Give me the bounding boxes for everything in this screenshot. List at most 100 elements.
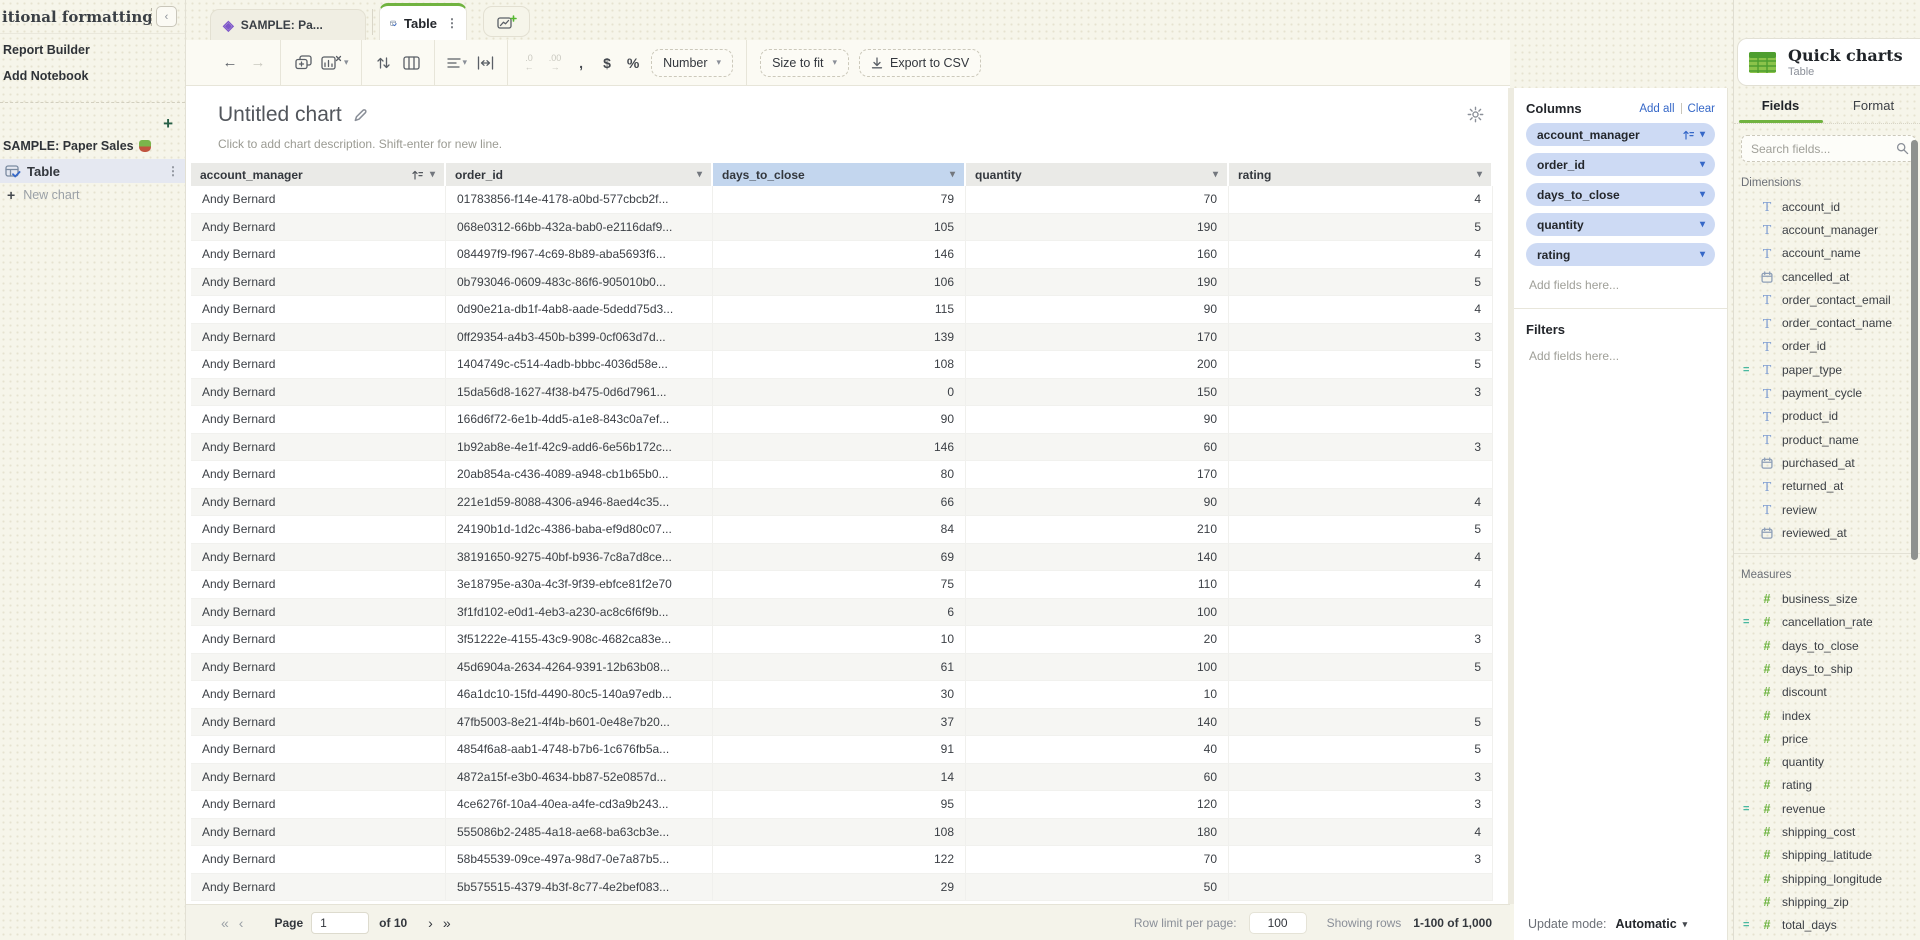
table-cell-account_manager[interactable]: Andy Bernard (191, 626, 446, 653)
caret-down-icon[interactable]: ▾ (950, 169, 955, 180)
table-cell-days_to_close[interactable]: 66 (713, 489, 966, 516)
table-cell-rating[interactable] (1229, 599, 1493, 626)
table-cell-quantity[interactable]: 40 (966, 736, 1229, 763)
caret-down-icon[interactable]: ▾ (1700, 129, 1705, 140)
caret-down-icon[interactable]: ▾ (430, 169, 435, 180)
table-cell-account_manager[interactable]: Andy Bernard (191, 461, 446, 488)
table-cell-account_manager[interactable]: Andy Bernard (191, 489, 446, 516)
comma-format-button[interactable]: , (568, 55, 594, 71)
table-cell-rating[interactable] (1229, 461, 1493, 488)
column-header-days_to_close[interactable]: days_to_close▾ (713, 163, 966, 186)
table-cell-quantity[interactable]: 200 (966, 351, 1229, 378)
table-cell-days_to_close[interactable]: 106 (713, 269, 966, 296)
table-cell-account_manager[interactable]: Andy Bernard (191, 214, 446, 241)
table-cell-order_id[interactable]: 1404749c-c514-4adb-bbbc-4036d58e... (446, 351, 713, 378)
table-cell-order_id[interactable]: 221e1d59-8088-4306-a946-8aed4c35... (446, 489, 713, 516)
measure-shipping_latitude[interactable]: #shipping_latitude (1734, 844, 1920, 867)
table-cell-rating[interactable]: 3 (1229, 764, 1493, 791)
table-cell-rating[interactable]: 3 (1229, 846, 1493, 873)
sort-rows-button[interactable] (370, 56, 398, 70)
table-cell-days_to_close[interactable]: 105 (713, 214, 966, 241)
chart-description-placeholder[interactable]: Click to add chart description. Shift-en… (218, 137, 502, 151)
table-cell-days_to_close[interactable]: 122 (713, 846, 966, 873)
table-cell-days_to_close[interactable]: 30 (713, 681, 966, 708)
caret-down-icon[interactable]: ▾ (1700, 189, 1705, 200)
measure-shipping_zip[interactable]: #shipping_zip (1734, 890, 1920, 913)
table-cell-quantity[interactable]: 170 (966, 324, 1229, 351)
tab-menu-kebab-icon[interactable]: ⋮ (446, 16, 458, 30)
dimension-account_manager[interactable]: Taccount_manager (1734, 218, 1920, 241)
table-cell-order_id[interactable]: 20ab854a-c436-4089-a948-cb1b65b0... (446, 461, 713, 488)
table-cell-account_manager[interactable]: Andy Bernard (191, 709, 446, 736)
column-pill-account_manager[interactable]: account_manager▾ (1526, 123, 1715, 146)
table-cell-quantity[interactable]: 90 (966, 489, 1229, 516)
table-cell-rating[interactable]: 4 (1229, 296, 1493, 323)
column-header-order_id[interactable]: order_id▾ (446, 163, 713, 186)
table-cell-rating[interactable]: 4 (1229, 241, 1493, 268)
table-cell-quantity[interactable]: 70 (966, 846, 1229, 873)
dimension-order_id[interactable]: Torder_id (1734, 335, 1920, 358)
fit-width-button[interactable] (471, 56, 499, 70)
table-cell-order_id[interactable]: 58b45539-09ce-497a-98d7-0e7a87b5... (446, 846, 713, 873)
dimension-account_id[interactable]: Taccount_id (1734, 195, 1920, 218)
table-cell-quantity[interactable]: 210 (966, 516, 1229, 543)
table-cell-order_id[interactable]: 084497f9-f967-4c69-8b89-aba5693f6... (446, 241, 713, 268)
table-cell-quantity[interactable]: 190 (966, 214, 1229, 241)
table-cell-order_id[interactable]: 4ce6276f-10a4-40ea-a4fe-cd3a9b243... (446, 791, 713, 818)
table-cell-account_manager[interactable]: Andy Bernard (191, 241, 446, 268)
table-cell-quantity[interactable]: 140 (966, 709, 1229, 736)
table-cell-quantity[interactable]: 140 (966, 544, 1229, 571)
dimension-cancelled_at[interactable]: cancelled_at (1734, 265, 1920, 288)
search-fields-box[interactable] (1741, 135, 1916, 162)
table-cell-quantity[interactable]: 110 (966, 571, 1229, 598)
table-cell-quantity[interactable]: 190 (966, 269, 1229, 296)
columns-button[interactable] (398, 56, 426, 70)
table-cell-rating[interactable]: 4 (1229, 489, 1493, 516)
table-cell-account_manager[interactable]: Andy Bernard (191, 846, 446, 873)
size-to-fit-dropdown[interactable]: Size to fit ▾ (760, 49, 849, 77)
table-cell-days_to_close[interactable]: 139 (713, 324, 966, 351)
table-cell-quantity[interactable]: 90 (966, 406, 1229, 433)
table-cell-rating[interactable] (1229, 874, 1493, 901)
measure-cancellation_rate[interactable]: =#cancellation_rate (1734, 611, 1920, 634)
table-cell-rating[interactable]: 5 (1229, 214, 1493, 241)
table-cell-order_id[interactable]: 01783856-f14e-4178-a0bd-577cbcb2f... (446, 186, 713, 213)
report-builder-link[interactable]: Report Builder (0, 34, 185, 60)
column-header-account_manager[interactable]: account_manager▾ (191, 163, 446, 186)
table-cell-account_manager[interactable]: Andy Bernard (191, 819, 446, 846)
chart-settings-gear-icon[interactable] (1467, 106, 1484, 123)
table-cell-order_id[interactable]: 4872a15f-e3b0-4634-bb87-52e0857d... (446, 764, 713, 791)
table-cell-account_manager[interactable]: Andy Bernard (191, 269, 446, 296)
table-cell-days_to_close[interactable]: 146 (713, 434, 966, 461)
table-cell-quantity[interactable]: 60 (966, 434, 1229, 461)
caret-down-icon[interactable]: ▾ (1700, 159, 1705, 170)
next-page-button[interactable]: › (423, 915, 438, 931)
dimension-paper_type[interactable]: =Tpaper_type (1734, 358, 1920, 381)
dimension-product_id[interactable]: Tproduct_id (1734, 405, 1920, 428)
table-cell-rating[interactable]: 5 (1229, 736, 1493, 763)
table-cell-quantity[interactable]: 10 (966, 681, 1229, 708)
table-cell-account_manager[interactable]: Andy Bernard (191, 296, 446, 323)
chart-title-row[interactable]: Untitled chart (218, 103, 367, 127)
table-cell-order_id[interactable]: 0d90e21a-db1f-4ab8-aade-5dedd75d3... (446, 296, 713, 323)
columns-add-fields-placeholder[interactable]: Add fields here... (1526, 266, 1715, 308)
table-cell-account_manager[interactable]: Andy Bernard (191, 186, 446, 213)
table-cell-days_to_close[interactable]: 91 (713, 736, 966, 763)
table-cell-account_manager[interactable]: Andy Bernard (191, 379, 446, 406)
decrease-decimal-button[interactable]: .0 ← (516, 54, 542, 72)
table-cell-account_manager[interactable]: Andy Bernard (191, 736, 446, 763)
measure-rating[interactable]: #rating (1734, 774, 1920, 797)
table-cell-rating[interactable]: 5 (1229, 709, 1493, 736)
table-cell-rating[interactable] (1229, 406, 1493, 433)
table-cell-quantity[interactable]: 100 (966, 654, 1229, 681)
caret-down-icon[interactable]: ▾ (1213, 169, 1218, 180)
table-cell-quantity[interactable]: 20 (966, 626, 1229, 653)
measure-discount[interactable]: #discount (1734, 681, 1920, 704)
tab-table[interactable]: Table ⋮ (379, 3, 467, 40)
table-cell-order_id[interactable]: 3f1fd102-e0d1-4eb3-a230-ac8c6f6f9b... (446, 599, 713, 626)
currency-format-button[interactable]: $ (594, 55, 620, 71)
table-cell-account_manager[interactable]: Andy Bernard (191, 434, 446, 461)
dimension-review[interactable]: Treview (1734, 498, 1920, 521)
tab-format[interactable]: Format (1827, 98, 1920, 123)
caret-down-icon[interactable]: ▾ (1700, 249, 1705, 260)
